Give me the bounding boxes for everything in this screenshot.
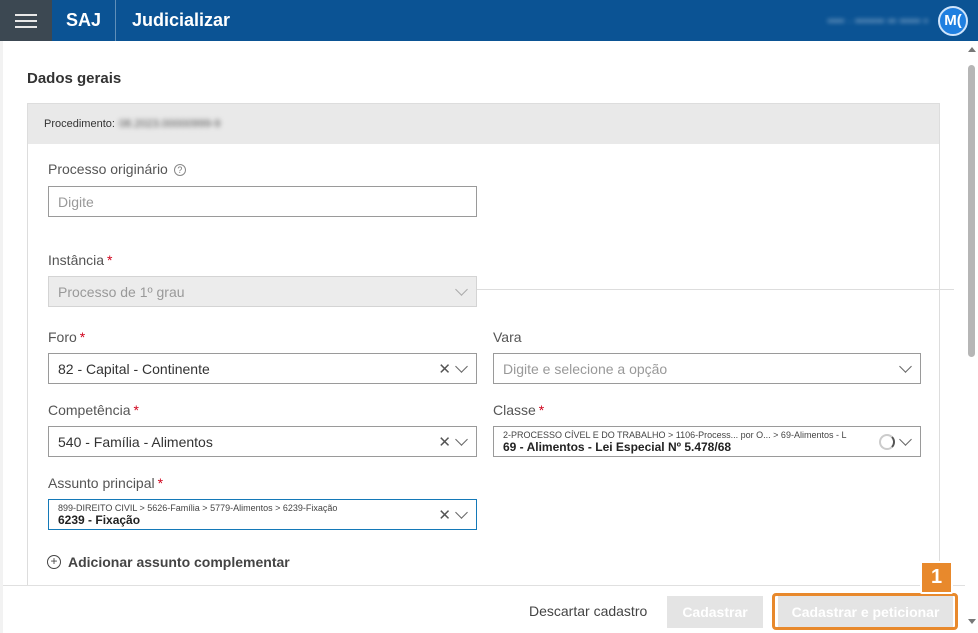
chevron-down-icon[interactable]	[455, 432, 468, 446]
procedimento-header: Procedimento: 08.2023.00000999-9	[28, 104, 939, 144]
step-highlight-box	[772, 593, 958, 630]
user-info: •••• · ••••••• •• ••••• •	[827, 13, 929, 28]
classe-label: Classe *	[493, 402, 544, 418]
processo-originario-input[interactable]: Digite	[48, 186, 477, 217]
clear-icon[interactable]: ✕	[438, 433, 451, 451]
assunto-principal-value: 6239 - Fixação	[58, 512, 141, 527]
vara-label-text: Vara	[493, 329, 522, 345]
clear-icon[interactable]: ✕	[438, 506, 451, 524]
main-panel: Dados gerais Procedimento: 08.2023.00000…	[3, 41, 965, 633]
cadastrar-button[interactable]: Cadastrar	[667, 596, 763, 628]
loading-spinner-icon	[879, 433, 895, 450]
processo-originario-label-text: Processo originário	[48, 161, 168, 177]
classe-select[interactable]: 2-PROCESSO CÍVEL E DO TRABALHO > 1106-Pr…	[493, 426, 921, 457]
instancia-label-text: Instância	[48, 252, 105, 268]
foro-label: Foro *	[48, 329, 85, 345]
step-marker: 1	[920, 561, 953, 594]
clear-icon[interactable]: ✕	[438, 360, 451, 378]
assunto-principal-path: 899-DIREITO CIVIL > 5626-Família > 5779-…	[58, 502, 338, 513]
competencia-value: 540 - Família - Alimentos	[58, 433, 213, 450]
menu-icon[interactable]	[0, 0, 52, 41]
scrollbar-thumb[interactable]	[968, 65, 975, 357]
avatar[interactable]: M(	[938, 5, 968, 36]
instancia-select[interactable]: Processo de 1º grau	[48, 276, 477, 307]
scrollbar[interactable]	[965, 41, 978, 633]
foro-label-text: Foro	[48, 329, 77, 345]
classe-label-text: Classe	[493, 402, 536, 418]
required-mark: *	[157, 475, 164, 491]
procedimento-value: 08.2023.00000999-9	[118, 118, 221, 130]
vara-label: Vara	[493, 329, 522, 345]
foro-select[interactable]: 82 - Capital - Continente ✕	[48, 353, 477, 384]
vara-select[interactable]: Digite e selecione a opção	[493, 353, 921, 384]
procedimento-label: Procedimento:	[44, 118, 115, 130]
brand-logo[interactable]: SAJ	[52, 0, 117, 41]
processo-originario-placeholder: Digite	[58, 193, 94, 210]
processo-originario-label: Processo originário?	[48, 161, 186, 177]
competencia-label: Competência *	[48, 402, 139, 418]
competencia-select[interactable]: 540 - Família - Alimentos ✕	[48, 426, 477, 457]
required-mark: *	[107, 252, 113, 268]
app-title: Judicializar	[132, 10, 231, 30]
vara-placeholder: Digite e selecione a opção	[503, 360, 668, 377]
help-icon[interactable]: ?	[173, 164, 186, 176]
assunto-principal-label: Assunto principal *	[48, 475, 163, 491]
chevron-down-icon[interactable]	[899, 432, 912, 446]
classe-value: 69 - Alimentos - Lei Especial Nº 5.478/6…	[503, 439, 732, 454]
required-mark: *	[538, 402, 545, 418]
foro-value: 82 - Capital - Continente	[58, 360, 210, 377]
scroll-down-arrow-icon[interactable]	[968, 619, 976, 624]
top-bar: SAJ Judicializar •••• · ••••••• •• •••••…	[0, 0, 978, 41]
add-assunto-complementar-link[interactable]: + Adicionar assunto complementar	[47, 554, 290, 570]
chevron-down-icon[interactable]	[899, 359, 912, 373]
instancia-value: Processo de 1º grau	[58, 283, 185, 300]
chevron-down-icon	[455, 282, 468, 296]
classe-path: 2-PROCESSO CÍVEL E DO TRABALHO > 1106-Pr…	[503, 429, 847, 440]
required-mark: *	[133, 402, 139, 418]
plus-circle-icon: +	[47, 555, 61, 569]
chevron-down-icon[interactable]	[455, 505, 468, 519]
discard-button[interactable]: Descartar cadastro	[529, 603, 647, 619]
competencia-label-text: Competência	[48, 402, 131, 418]
instancia-label: Instância *	[48, 252, 113, 268]
section-title: Dados gerais	[27, 70, 122, 87]
assunto-principal-select[interactable]: 899-DIREITO CIVIL > 5626-Família > 5779-…	[48, 499, 477, 530]
assunto-principal-label-text: Assunto principal	[48, 475, 155, 491]
scroll-up-arrow-icon[interactable]	[968, 47, 976, 52]
required-mark: *	[79, 329, 86, 345]
chevron-down-icon[interactable]	[455, 359, 468, 373]
add-assunto-label: Adicionar assunto complementar	[68, 554, 290, 570]
